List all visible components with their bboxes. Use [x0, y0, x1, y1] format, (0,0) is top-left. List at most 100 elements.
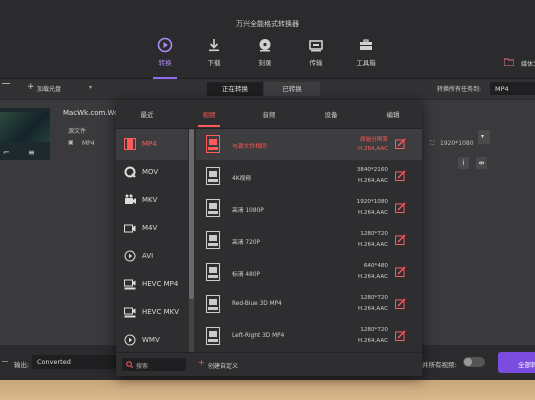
panel-footer: 搜索 + 创建自定义 [116, 352, 422, 377]
add-disc-button[interactable]: 加载光盘 [37, 84, 61, 93]
quality-codec: H.264,AAC [358, 274, 388, 280]
folder-icon [504, 58, 514, 66]
edit-icon[interactable] [395, 138, 406, 149]
quality-codec: H.264,AAC [358, 146, 388, 152]
play-circle-icon [124, 334, 136, 346]
tab-edit[interactable]: 编辑 [368, 109, 418, 119]
convert-all-label: 全部转 [518, 361, 535, 369]
dropdown-arrow-icon[interactable] [2, 83, 10, 84]
quality-item[interactable]: 4K视频 3840*2160 H.264,AAC [196, 161, 422, 192]
format-panel: 最近 视频 音频 设备 编辑 MP4 MOV MKV M4V AVI HEVC [116, 100, 422, 376]
target-resolution: 1920*1080 [440, 140, 474, 147]
edit-icon[interactable] [395, 202, 406, 213]
tab-toolbox[interactable]: 工具箱 [346, 37, 386, 67]
format-item-hevc-mp4[interactable]: HEVC MP4 [116, 269, 188, 300]
resolution-icon: ⛶ [430, 140, 435, 147]
tab-converted[interactable]: 已转换 [264, 82, 320, 96]
output-label: 输出: [14, 361, 30, 369]
create-custom-button[interactable]: 创建自定义 [208, 361, 238, 370]
video-thumbnail[interactable]: ⌐ ≡ [0, 108, 50, 160]
play-circle-icon [124, 250, 136, 262]
quality-resolution: 1920*1080 [356, 199, 388, 205]
quality-codec: H.264,AAC [358, 338, 388, 344]
format-name: MOV [142, 168, 159, 176]
split-icon[interactable]: ⇹ [476, 157, 487, 169]
format-item-mp4[interactable]: MP4 [116, 129, 188, 160]
tab-label: 下载 [207, 59, 221, 67]
tab-label: 工具箱 [356, 59, 376, 67]
quality-name: Left-Right 3D MP4 [232, 333, 285, 339]
quality-resolution: 1280*720 [360, 295, 388, 301]
tab-transfer[interactable]: 传输 [296, 37, 336, 67]
target-format-select[interactable]: MP4 [490, 82, 535, 95]
quality-codec: H.264,AAC [358, 306, 388, 312]
tab-converting[interactable]: 正在转换 [207, 82, 263, 96]
convert-all-button[interactable]: 全部转 [498, 352, 535, 373]
edit-icon[interactable] [395, 234, 406, 245]
video-preset-icon [206, 295, 220, 313]
quality-item[interactable]: 高清 1080P 1920*1080 H.264,AAC [196, 193, 422, 224]
file-name: MacWk.com.Wor [63, 109, 122, 117]
tab-download[interactable]: 下载 [194, 37, 234, 67]
tab-convert[interactable]: 转换 [145, 37, 185, 79]
quality-name: 4K视频 [232, 176, 252, 182]
format-name: AVI [142, 252, 154, 260]
video-preset-icon [206, 167, 220, 185]
quality-codec: H.264,AAC [358, 178, 388, 184]
tab-label: 刻录 [258, 59, 272, 67]
title-bar: 万兴全能格式转换器 [0, 0, 535, 30]
quality-name: 标清 480P [232, 272, 260, 278]
quality-resolution: 1280*720 [360, 327, 388, 333]
film-icon [124, 138, 136, 150]
media-browser-label: 媒体文 [521, 61, 535, 68]
format-item-avi[interactable]: AVI [116, 241, 188, 272]
tab-recent[interactable]: 最近 [122, 109, 172, 119]
tab-audio[interactable]: 音频 [244, 109, 294, 119]
tab-label: 转换 [158, 59, 172, 67]
selected-tab-underline [198, 125, 220, 127]
quality-resolution: 1280*720 [360, 231, 388, 237]
quality-codec: H.264,AAC [358, 210, 388, 216]
format-search-input[interactable]: 搜索 [122, 358, 186, 371]
quality-name: 高清 1080P [232, 208, 264, 214]
quality-item[interactable]: 标清 480P 640*480 H.264,AAC [196, 257, 422, 288]
convert-all-to-label: 转换所有任务到: [437, 86, 482, 93]
tab-video[interactable]: 视频 [184, 109, 234, 119]
chevron-down-icon[interactable]: ▾ [89, 84, 92, 91]
output-path-field[interactable]: Converted [32, 355, 116, 369]
quality-item[interactable]: 与源文件相同 原始分辨率 H.264,AAC [196, 129, 422, 160]
hevc-icon [124, 279, 136, 290]
quality-item[interactable]: Red-Blue 3D MP4 1280*720 H.264,AAC [196, 289, 422, 320]
edit-icon[interactable] [395, 266, 406, 277]
film-icon: ▣ [68, 139, 74, 146]
quality-item[interactable]: Left-Right 3D MP4 1280*720 H.264,AAC [196, 321, 422, 352]
schedule-icon[interactable] [2, 361, 8, 362]
effects-icon[interactable]: ≡ [28, 148, 35, 157]
scrollbar-thumb[interactable] [189, 129, 194, 299]
tab-device[interactable]: 设备 [306, 109, 356, 119]
quality-item[interactable]: 高清 720P 1280*720 H.264,AAC [196, 225, 422, 256]
format-list-scrollbar[interactable] [189, 129, 194, 352]
window-title: 万兴全能格式转换器 [236, 20, 299, 28]
edit-icon[interactable] [395, 170, 406, 181]
format-item-m4v[interactable]: M4V [116, 213, 188, 244]
target-settings-dropdown[interactable]: ▾ [478, 130, 490, 144]
video-preset-icon [206, 231, 220, 249]
add-disc-icon[interactable]: + [27, 82, 35, 92]
crop-icon[interactable]: ⌐ [3, 148, 10, 157]
m4v-icon [124, 224, 136, 233]
format-item-hevc-mkv[interactable]: HEVC MKV [116, 297, 188, 328]
edit-icon[interactable] [395, 298, 406, 309]
edit-icon[interactable] [395, 330, 406, 341]
plus-icon[interactable]: + [198, 358, 205, 367]
merge-toggle[interactable] [463, 357, 485, 367]
tab-burn[interactable]: 刻录 [245, 37, 285, 67]
burn-icon [259, 39, 271, 52]
info-icon[interactable]: i [458, 157, 469, 169]
thumbnail-image [0, 112, 50, 142]
format-item-wmv[interactable]: WMV [116, 325, 188, 352]
format-item-mov[interactable]: MOV [116, 157, 188, 188]
video-preset-icon [206, 135, 220, 153]
video-preset-icon [206, 327, 220, 345]
format-item-mkv[interactable]: MKV [116, 185, 188, 216]
